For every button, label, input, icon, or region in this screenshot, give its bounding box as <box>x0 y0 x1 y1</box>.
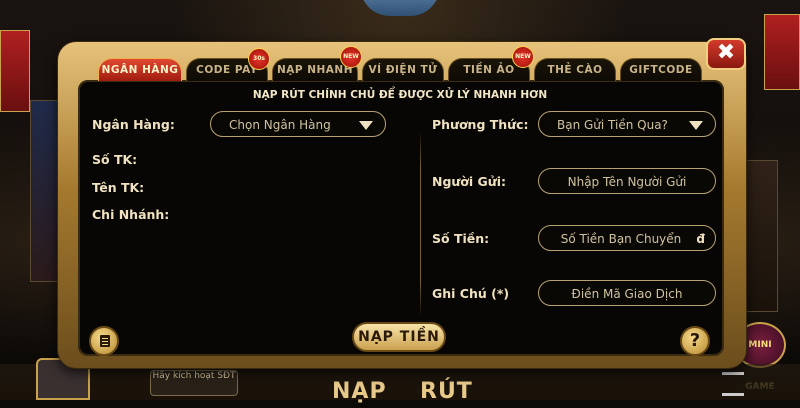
tab-the-cao[interactable]: THẺ CÀO <box>534 58 616 81</box>
help-button[interactable]: ? <box>680 326 710 356</box>
account-name-label: Tên TK: <box>92 180 145 195</box>
note-placeholder: Điền Mã Giao Dịch <box>571 287 683 301</box>
bottom-withdraw-button[interactable]: RÚT <box>420 379 473 404</box>
activate-phone-hint[interactable]: Hãy kích hoạt SĐT <box>150 370 238 396</box>
bank-label: Ngân Hàng: <box>92 117 175 132</box>
sender-input[interactable]: Nhập Tên Người Gửi <box>538 168 716 194</box>
menu-icon[interactable] <box>722 372 744 396</box>
tab-ngan-hang[interactable]: NGÂN HÀNG <box>98 58 182 81</box>
bottom-deposit-button[interactable]: NẠP <box>332 379 387 404</box>
chevron-down-icon <box>689 121 703 130</box>
question-icon: ? <box>689 330 701 351</box>
tab-vi-dien-tu[interactable]: VÍ ĐIỆN TỬ <box>362 58 444 81</box>
branch-label: Chi Nhánh: <box>92 207 170 222</box>
nap-nhanh-new-badge: NEW <box>340 46 362 68</box>
tien-ao-new-badge: NEW <box>512 46 534 68</box>
note-label: Ghi Chú (*) <box>432 286 510 301</box>
close-icon: ✖ <box>716 40 736 65</box>
sender-placeholder: Nhập Tên Người Gửi <box>567 175 687 189</box>
amount-input[interactable]: Số Tiền Bạn Chuyển đ <box>538 225 716 251</box>
notice-text: NẠP RÚT CHÍNH CHỦ ĐỂ ĐƯỢC XỬ LÝ NHANH HƠ… <box>252 89 548 101</box>
chevron-down-icon <box>359 121 373 130</box>
tab-giftcode[interactable]: GIFTCODE <box>620 58 702 81</box>
document-icon <box>100 335 110 347</box>
bottom-bar <box>0 364 800 400</box>
code-pay-badge: 30s <box>248 48 270 70</box>
close-button[interactable]: ✖ <box>706 38 746 70</box>
currency-symbol: đ <box>696 232 705 246</box>
history-button[interactable] <box>89 326 119 356</box>
method-select-value: Bạn Gửi Tiền Qua? <box>557 118 668 132</box>
account-number-label: Số TK: <box>92 152 138 167</box>
sender-label: Người Gửi: <box>432 174 506 189</box>
right-banner <box>764 14 800 90</box>
note-input[interactable]: Điền Mã Giao Dịch <box>538 280 716 306</box>
amount-placeholder: Số Tiền Bạn Chuyển <box>560 232 682 246</box>
method-label: Phương Thức: <box>432 117 529 132</box>
bank-select[interactable]: Chọn Ngân Hàng <box>210 111 386 137</box>
deposit-submit-button[interactable]: NẠP TIỀN <box>352 322 446 352</box>
amount-label: Số Tiền: <box>432 231 490 246</box>
method-select[interactable]: Bạn Gửi Tiền Qua? <box>538 111 716 137</box>
form-divider <box>420 130 421 318</box>
bank-select-value: Chọn Ngân Hàng <box>229 118 331 132</box>
